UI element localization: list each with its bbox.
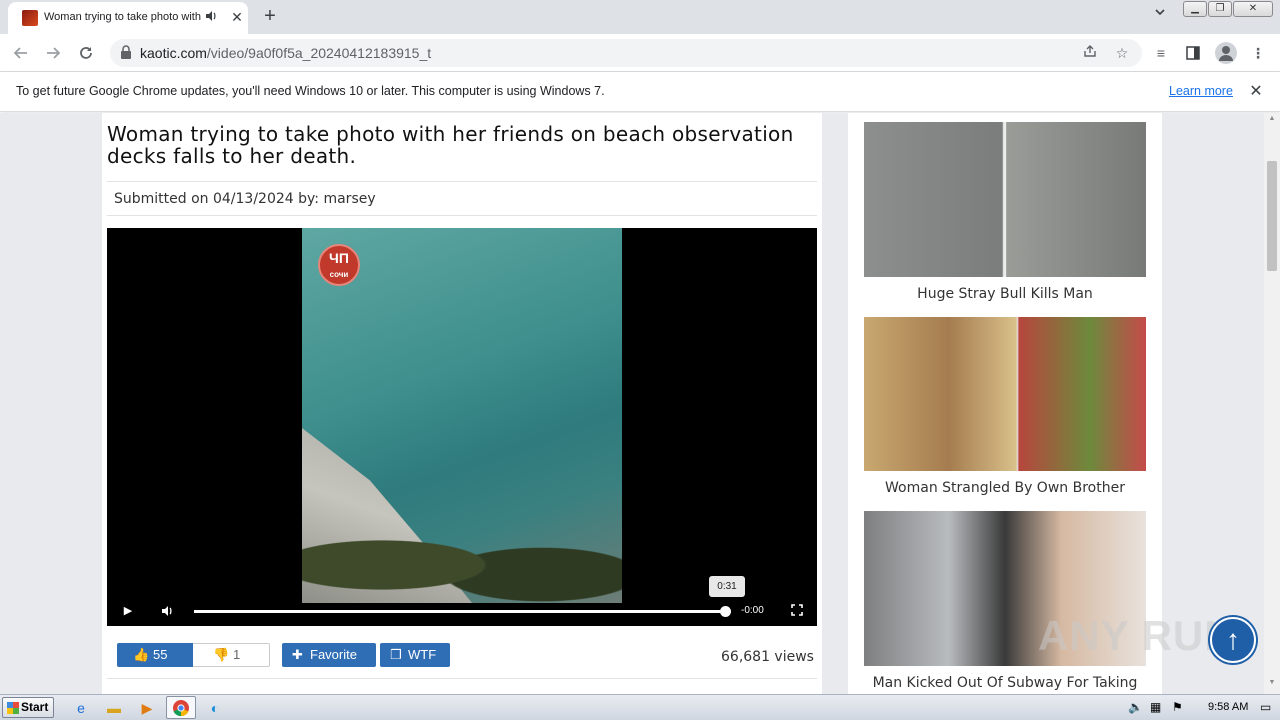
window-close-icon[interactable]: ✕ [1233, 1, 1273, 17]
scrollbar-thumb[interactable] [1267, 161, 1277, 271]
divider [107, 181, 817, 182]
clock: 9:58 AM [1208, 701, 1249, 713]
thumbs-up-icon: 👍 [133, 647, 150, 662]
windows-taskbar: Start e ▬ ▶ ◐ 🔈 ▦ ⚑ ▭ 9:58 AM [0, 694, 1280, 720]
submitted-prefix: Submitted on 04/13/2024 by: [114, 191, 320, 207]
progress-bar[interactable] [194, 610, 724, 613]
channel-logo-small: сочи [329, 270, 349, 279]
like-count: 55 [153, 647, 168, 662]
like-button[interactable]: 👍 55 [117, 643, 193, 667]
ie-icon[interactable]: e [70, 698, 92, 718]
folder-icon[interactable]: ▬ [103, 698, 125, 718]
dislike-count: 1 [233, 647, 241, 662]
show-desktop-icon[interactable]: ▭ [1260, 700, 1271, 714]
lock-icon[interactable] [120, 45, 132, 59]
browser-tab[interactable]: Woman trying to take photo with ✕ [8, 2, 248, 34]
edge-icon[interactable]: ◐ [204, 698, 226, 718]
video-player[interactable]: ЧП сочи ▶ 0:31 -0:00 [107, 228, 817, 626]
share-icon[interactable] [1080, 43, 1100, 63]
related-title[interactable]: Man Kicked Out Of Subway For Taking [848, 675, 1162, 691]
favorite-label: Favorite [310, 647, 357, 662]
view-count: 66,681 views [721, 649, 814, 665]
network-icon[interactable]: ▦ [1150, 700, 1161, 714]
thumbs-down-icon: 👎 [213, 647, 230, 662]
update-infobar: To get future Google Chrome updates, you… [0, 72, 1280, 112]
url-host: kaotic.com [140, 45, 207, 61]
menu-dots-icon[interactable]: ⋮ [1247, 42, 1269, 64]
volume-icon[interactable] [159, 604, 175, 618]
windows-logo-icon [7, 702, 19, 714]
dislike-button[interactable]: 👎 1 [193, 643, 270, 667]
new-tab-button[interactable]: + [258, 4, 282, 28]
related-thumbnail[interactable] [864, 317, 1146, 471]
chevron-down-icon[interactable] [1150, 6, 1170, 26]
chrome-icon [173, 700, 189, 717]
video-frame[interactable]: ЧП сочи [302, 228, 622, 603]
wtf-button[interactable]: ❒ WTF [380, 643, 450, 667]
channel-logo: ЧП сочи [318, 244, 360, 286]
volume-icon[interactable]: 🔈 [1128, 700, 1143, 714]
browser-toolbar: kaotic.com/video/9a0f0f5a_20240412183915… [0, 34, 1280, 72]
related-title[interactable]: Woman Strangled By Own Brother [848, 480, 1162, 496]
tab-strip: Woman trying to take photo with ✕ + ▁ ❐ … [0, 0, 1280, 34]
video-trees [302, 508, 622, 603]
site-favicon-icon [22, 10, 38, 26]
arrow-up-icon[interactable]: ↑ [1210, 617, 1256, 663]
bookmark-star-icon[interactable]: ☆ [1112, 43, 1132, 63]
wtf-label: WTF [408, 647, 437, 662]
related-title[interactable]: Huge Stray Bull Kills Man [848, 286, 1162, 302]
submitted-info: Submitted on 04/13/2024 by: marsey [114, 191, 376, 207]
video-panel: Woman trying to take photo with her frie… [102, 113, 822, 694]
watermark-text: ANY RUN [1038, 612, 1236, 659]
side-panel-icon[interactable] [1182, 42, 1204, 64]
scroll-down-icon[interactable]: ▼ [1267, 679, 1277, 689]
start-label: Start [21, 700, 49, 714]
plus-icon: ✚ [292, 647, 303, 662]
learn-more-link[interactable]: Learn more [1169, 84, 1233, 98]
media-player-icon[interactable]: ▶ [136, 698, 158, 718]
note-icon: ❒ [390, 647, 402, 662]
forward-arrow-icon[interactable] [40, 40, 66, 66]
flag-icon[interactable]: ⚑ [1172, 700, 1183, 714]
progress-handle[interactable] [720, 606, 731, 617]
chrome-taskbar-button[interactable] [166, 696, 196, 719]
divider [107, 215, 817, 216]
url-text: kaotic.com/video/9a0f0f5a_20240412183915… [140, 45, 431, 61]
system-tray: 🔈 ▦ ⚑ ▭ [1120, 696, 1280, 720]
tab-close-icon[interactable]: ✕ [228, 8, 246, 26]
page-scrollbar[interactable]: ▲ ▼ [1264, 113, 1280, 694]
infobar-message: To get future Google Chrome updates, you… [16, 84, 605, 98]
restore-icon[interactable]: ❐ [1208, 1, 1232, 17]
infobar-close-icon[interactable]: ✕ [1246, 82, 1266, 102]
video-title: Woman trying to take photo with her frie… [107, 122, 794, 168]
tab-title: Woman trying to take photo with [44, 11, 201, 23]
divider [107, 678, 817, 679]
related-videos-panel: Huge Stray Bull Kills Man Woman Strangle… [848, 113, 1162, 694]
minimize-icon[interactable]: ▁ [1183, 1, 1207, 17]
play-icon[interactable]: ▶ [121, 604, 135, 618]
address-bar[interactable]: kaotic.com/video/9a0f0f5a_20240412183915… [110, 39, 1142, 67]
related-thumbnail[interactable] [864, 122, 1146, 277]
url-path: /video/9a0f0f5a_20240412183915_t [206, 45, 432, 61]
fullscreen-icon[interactable] [790, 604, 804, 618]
speaker-icon[interactable] [204, 9, 220, 25]
back-arrow-icon[interactable] [8, 40, 34, 66]
favorite-button[interactable]: ✚ Favorite [282, 643, 376, 667]
start-button[interactable]: Start [2, 697, 54, 718]
page-viewport: Woman trying to take photo with her frie… [0, 113, 1264, 694]
time-tooltip: 0:31 [709, 576, 745, 597]
media-control-icon[interactable]: ≡ [1150, 42, 1172, 64]
time-remaining: -0:00 [741, 605, 764, 616]
scroll-up-icon[interactable]: ▲ [1267, 115, 1277, 125]
submitter-link[interactable]: marsey [323, 191, 375, 207]
channel-logo-big: ЧП [329, 250, 349, 266]
reload-icon[interactable] [73, 40, 99, 66]
profile-avatar-icon[interactable] [1215, 42, 1237, 64]
